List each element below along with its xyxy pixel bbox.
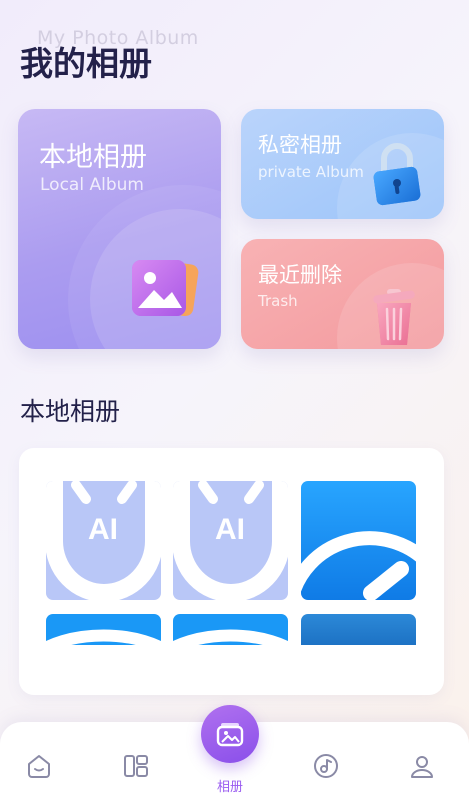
blue-arc-image — [46, 614, 161, 645]
trash-card[interactable]: 最近删除 Trash — [241, 239, 444, 349]
nav-album-button[interactable] — [201, 705, 259, 763]
nav-music[interactable] — [312, 752, 340, 784]
profile-icon — [411, 756, 433, 778]
home-smile-icon — [28, 755, 50, 778]
private-album-title: 私密相册 — [258, 133, 342, 157]
nav-layout[interactable] — [122, 752, 150, 784]
trash-title: 最近删除 — [258, 263, 342, 287]
blue-gauge-image — [301, 481, 416, 600]
photo-album-icon — [132, 259, 199, 317]
music-disc-icon — [314, 754, 338, 778]
local-album-title: 本地相册 — [39, 142, 147, 173]
header: My Photo Album 我的相册 — [0, 0, 469, 90]
local-album-subtitle: Local Album — [40, 175, 144, 195]
ai-label: AI — [88, 513, 118, 546]
section-title: 本地相册 — [20, 397, 121, 426]
photo-thumbnail[interactable] — [173, 614, 288, 645]
trash-subtitle: Trash — [258, 292, 298, 310]
private-album-subtitle: private Album — [258, 163, 364, 181]
ai-shield-image: AI — [46, 481, 161, 600]
photo-thumbnail[interactable] — [301, 614, 416, 645]
nav-home[interactable] — [25, 752, 53, 784]
album-icon — [216, 723, 244, 747]
blue-arc-image — [173, 614, 288, 645]
ai-shield-image: AI — [173, 481, 288, 600]
trash-bin-icon — [373, 289, 415, 345]
nav-album-label: 相册 — [216, 780, 243, 795]
private-album-card[interactable]: 私密相册 private Album — [241, 109, 444, 219]
photo-thumbnail[interactable] — [301, 481, 416, 600]
page-title: 我的相册 — [20, 44, 152, 83]
photo-thumbnail[interactable] — [46, 614, 161, 645]
layout-grid-icon — [124, 755, 148, 777]
nav-profile[interactable] — [408, 752, 436, 784]
ai-label: AI — [215, 513, 245, 546]
photo-grid: AI AI — [19, 448, 444, 695]
photo-thumbnail[interactable]: AI — [173, 481, 288, 600]
photo-thumbnail[interactable]: AI — [46, 481, 161, 600]
padlock-icon — [373, 143, 421, 206]
local-album-card[interactable]: 本地相册 Local Album — [18, 109, 221, 349]
